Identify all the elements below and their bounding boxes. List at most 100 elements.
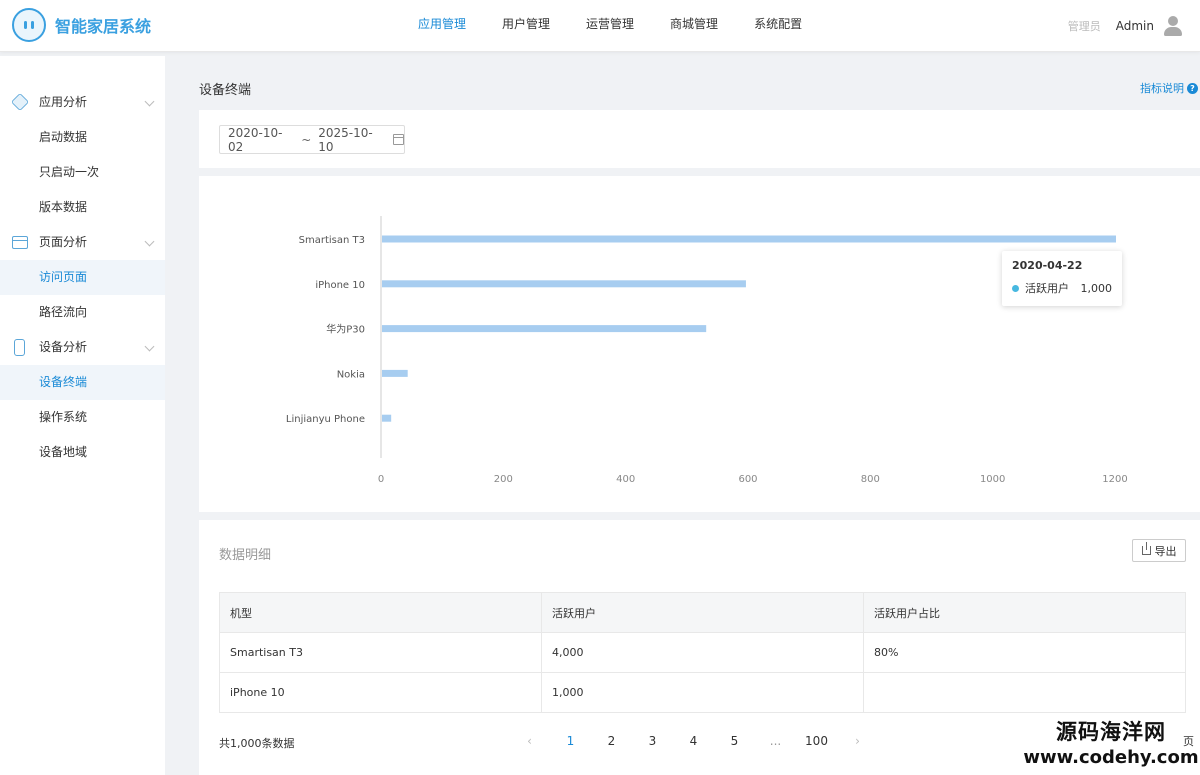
page-title: 设备终端 — [199, 83, 252, 98]
next-page-button[interactable]: › — [837, 728, 878, 754]
calendar-icon — [393, 134, 405, 145]
nav-item-app-management[interactable]: 应用管理 — [400, 0, 484, 52]
sidebar-item-path-flow[interactable]: 路径流向 — [0, 295, 165, 330]
tooltip-series-dot — [1012, 284, 1019, 292]
table-header-row: 机型 活跃用户 活跃用户占比 — [219, 592, 1186, 633]
page-ellipsis: ... — [769, 734, 782, 748]
x-tick-label-2: 400 — [616, 474, 635, 485]
export-icon — [1141, 542, 1151, 555]
table-cell: 4,000 — [541, 632, 864, 673]
column-header-model[interactable]: 机型 — [219, 592, 542, 633]
help-link-label: 指标说明 — [1140, 82, 1184, 95]
tooltip-value: 1,000 — [1080, 281, 1113, 295]
page-button-4[interactable]: 4 — [673, 728, 714, 754]
user-name[interactable]: Admin — [1116, 19, 1154, 33]
date-end: 2025-10-10 — [318, 125, 373, 154]
sidebar-group-app-analysis[interactable]: 应用分析 — [0, 85, 165, 120]
top-nav: 应用管理 用户管理 运营管理 商城管理 系统配置 — [400, 0, 820, 52]
x-tick-label-1: 200 — [494, 474, 513, 485]
bar-1[interactable] — [382, 280, 746, 288]
table-row[interactable]: iPhone 10 1,000 — [219, 672, 1186, 713]
column-header-active-users[interactable]: 活跃用户 — [541, 592, 864, 633]
sidebar: 应用分析 启动数据 只启动一次 版本数据 页面分析 访问页面 路径流向 设备分析… — [0, 56, 165, 775]
phone-icon — [14, 339, 25, 356]
chart-card: Smartisan T3 iPhone 10 华为P30 Nokia Linjianyu… — [199, 176, 1200, 512]
user-role: 管理员 — [1067, 20, 1101, 33]
watermark: 源码海洋网 www.codehy.com — [1022, 718, 1200, 775]
page-button-3[interactable]: 3 — [632, 728, 673, 754]
logo-face-icon — [12, 8, 46, 42]
date-range-picker[interactable]: 2020-10-02 ~ 2025-10-10 — [219, 125, 405, 154]
tooltip-series-name: 活跃用户 — [1025, 282, 1069, 295]
x-tick-label-0: 0 — [378, 474, 384, 485]
sidebar-group-label: 应用分析 — [39, 95, 88, 109]
nav-item-user-management[interactable]: 用户管理 — [484, 0, 568, 52]
data-table: 机型 活跃用户 活跃用户占比 Smartisan T3 4,000 80% iP… — [219, 592, 1186, 713]
nav-item-mall-management[interactable]: 商城管理 — [652, 0, 736, 52]
page-button-1[interactable]: 1 — [550, 728, 591, 754]
window-icon — [12, 236, 28, 249]
x-tick-label-4: 800 — [861, 474, 880, 485]
column-header-active-ratio[interactable]: 活跃用户占比 — [863, 592, 1186, 633]
chart-tooltip: 2020-04-22 活跃用户 1,000 — [1002, 251, 1122, 306]
sidebar-item-version-data[interactable]: 版本数据 — [0, 190, 165, 225]
table-cell: 80% — [863, 632, 1186, 673]
app-logo[interactable]: 智能家居系统 — [12, 8, 151, 42]
chevron-down-icon — [144, 96, 155, 107]
page-header: 设备终端 指标说明 ? — [182, 62, 1200, 108]
x-tick-label-6: 1200 — [1102, 474, 1127, 485]
chevron-down-icon — [144, 341, 155, 352]
table-cell: Smartisan T3 — [219, 632, 542, 673]
prev-page-button[interactable]: ‹ — [509, 728, 550, 754]
tooltip-date: 2020-04-22 — [1012, 259, 1083, 272]
table-cell — [863, 672, 1186, 713]
sidebar-item-visited-pages[interactable]: 访问页面 — [0, 260, 165, 295]
bar-2[interactable] — [382, 325, 707, 333]
table-title: 数据明细 — [219, 548, 272, 563]
avatar-icon[interactable] — [1162, 15, 1184, 37]
filter-card: 2020-10-02 ~ 2025-10-10 — [199, 110, 1200, 168]
sidebar-item-launch-data[interactable]: 启动数据 — [0, 120, 165, 155]
watermark-line-1: 源码海洋网 — [1056, 720, 1166, 744]
header-user-area: 管理员 Admin — [1068, 0, 1184, 52]
x-tick-label-5: 1000 — [980, 474, 1005, 485]
category-label-0: Smartisan T3 — [299, 235, 365, 246]
device-bar-chart: Smartisan T3 iPhone 10 华为P30 Nokia Linjianyu… — [286, 216, 1128, 485]
table-cell: iPhone 10 — [219, 672, 542, 713]
x-tick-label-3: 600 — [738, 474, 757, 485]
bar-3[interactable] — [382, 369, 408, 377]
sidebar-group-device-analysis[interactable]: 设备分析 — [0, 330, 165, 365]
sidebar-group-label: 设备分析 — [39, 340, 88, 354]
metric-help-link[interactable]: 指标说明 ? — [1140, 80, 1198, 96]
sidebar-item-operating-system[interactable]: 操作系统 — [0, 400, 165, 435]
cube-icon — [10, 92, 30, 112]
sidebar-item-device-region[interactable]: 设备地域 — [0, 435, 165, 470]
total-count: 共1,000条数据 — [219, 737, 295, 750]
page-button-2[interactable]: 2 — [591, 728, 632, 754]
chevron-down-icon — [144, 236, 155, 247]
export-label: 导出 — [1154, 544, 1177, 558]
page-button-5[interactable]: 5 — [714, 728, 755, 754]
sidebar-group-label: 页面分析 — [39, 235, 88, 249]
nav-item-operations-management[interactable]: 运营管理 — [568, 0, 652, 52]
category-label-1: iPhone 10 — [315, 280, 365, 291]
category-label-2: 华为P30 — [326, 323, 365, 336]
export-button[interactable]: 导出 — [1132, 539, 1186, 562]
table-cell: 1,000 — [541, 672, 864, 713]
sidebar-item-device-terminal[interactable]: 设备终端 — [0, 365, 165, 400]
app-title: 智能家居系统 — [55, 17, 152, 36]
category-label-3: Nokia — [337, 369, 365, 380]
pagination: ‹ 1 2 3 4 5 ... 100 › — [509, 728, 878, 754]
page-button-100[interactable]: 100 — [796, 728, 837, 754]
date-start: 2020-10-02 — [228, 125, 283, 154]
sidebar-group-page-analysis[interactable]: 页面分析 — [0, 225, 165, 260]
category-label-4: Linjianyu Phone — [286, 414, 365, 425]
bar-0[interactable] — [382, 235, 1116, 243]
sidebar-item-launch-once[interactable]: 只启动一次 — [0, 155, 165, 190]
top-header: 智能家居系统 应用管理 用户管理 运营管理 商城管理 系统配置 管理员 Admi… — [0, 0, 1200, 52]
table-row[interactable]: Smartisan T3 4,000 80% — [219, 632, 1186, 673]
bar-4[interactable] — [382, 414, 392, 422]
watermark-line-2: www.codehy.com — [1023, 747, 1199, 768]
nav-item-system-config[interactable]: 系统配置 — [736, 0, 820, 52]
date-separator: ~ — [301, 132, 312, 147]
